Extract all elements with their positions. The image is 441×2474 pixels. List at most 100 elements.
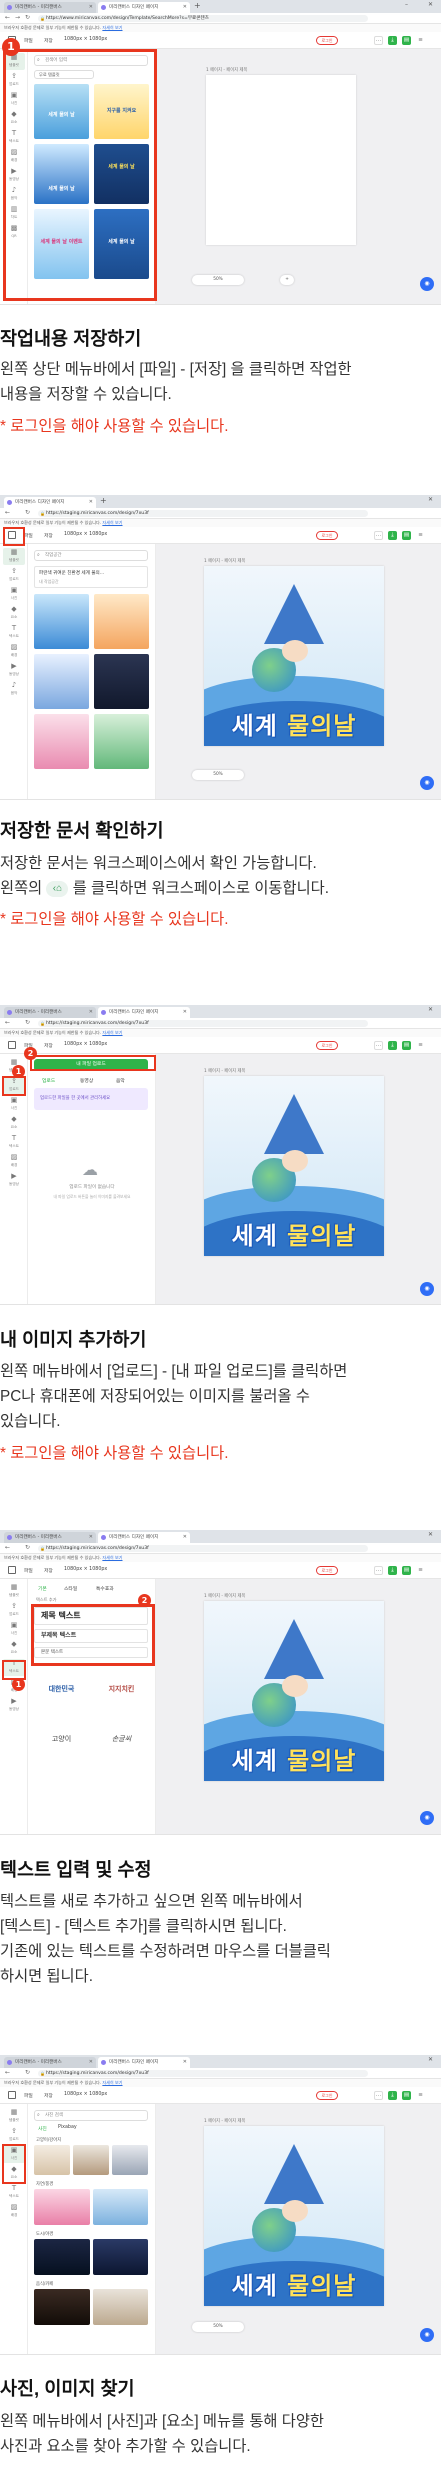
- chat-icon[interactable]: ◉: [420, 2328, 434, 2342]
- zoom-control[interactable]: 50%: [192, 275, 244, 285]
- close-window-icon[interactable]: ✕: [428, 1531, 433, 1538]
- tab-pixabay[interactable]: Pixabay: [58, 2125, 77, 2130]
- canvas-size[interactable]: 1080px × 1080px: [64, 1042, 107, 1047]
- save-menu[interactable]: 저장: [44, 1042, 53, 1049]
- notice-link[interactable]: 자세히 보기: [102, 1555, 122, 1560]
- browser-tab[interactable]: 미리캔버스 - 미리캔버스 ✕: [4, 2057, 96, 2068]
- browser-tab[interactable]: 미리캔버스 디자인 페이지 ✕: [4, 497, 96, 508]
- url-field[interactable]: 🔒 https://staging.miricanvas.com/design/7…: [38, 1020, 368, 1027]
- home-icon[interactable]: [8, 1041, 16, 1049]
- rail-item-video[interactable]: ▶ 동영상: [3, 1697, 25, 1714]
- file-menu[interactable]: 파일: [24, 37, 33, 44]
- url-field[interactable]: 🔒 https://staging.miricanvas.com/design/7…: [38, 2070, 368, 2077]
- close-window-icon[interactable]: ✕: [428, 1006, 433, 1013]
- document-thumbnail[interactable]: [94, 714, 149, 769]
- download-icon[interactable]: ⤓: [388, 2091, 397, 2100]
- document-thumbnail[interactable]: [94, 594, 149, 649]
- photo-thumbnail[interactable]: [93, 2239, 148, 2275]
- tab-close-icon[interactable]: ✕: [89, 2, 93, 13]
- browser-tab[interactable]: 미리캔버스 디자인 페이지 ✕: [98, 1007, 190, 1018]
- login-button[interactable]: 로그인: [316, 2091, 338, 2100]
- print-icon[interactable]: ▤: [402, 2091, 411, 2100]
- photo-thumbnail[interactable]: [93, 2189, 148, 2225]
- share-icon[interactable]: ⋯: [374, 531, 383, 540]
- notice-link[interactable]: 자세히 보기: [102, 25, 122, 30]
- save-menu[interactable]: 저장: [44, 2092, 53, 2099]
- notice-link[interactable]: 자세히 보기: [102, 1030, 122, 1035]
- canvas-size[interactable]: 1080px × 1080px: [64, 37, 107, 42]
- browser-tab[interactable]: 미리캔버스 - 미리캔버스 ✕: [4, 2, 96, 13]
- rail-item-template[interactable]: ▦템플릿: [3, 2108, 25, 2125]
- print-icon[interactable]: ▤: [402, 36, 411, 45]
- workspace-search-input[interactable]: ⌕ 작업공간: [34, 550, 148, 561]
- rail-item-video[interactable]: ▶ 동영상: [3, 662, 25, 679]
- print-icon[interactable]: ▤: [402, 531, 411, 540]
- rail-item-video[interactable]: ▶ 동영상: [3, 1172, 25, 1189]
- tab-close-icon[interactable]: ✕: [89, 497, 93, 508]
- chat-icon[interactable]: ◉: [420, 1282, 434, 1296]
- document-thumbnail[interactable]: [34, 654, 89, 709]
- reload-icon[interactable]: ↻: [25, 2069, 30, 2076]
- tab-close-icon[interactable]: ✕: [183, 2, 187, 13]
- canvas-size[interactable]: 1080px × 1080px: [64, 532, 107, 537]
- reload-icon[interactable]: ↻: [25, 509, 30, 516]
- tab-close-icon[interactable]: ✕: [89, 1007, 93, 1018]
- tab-style[interactable]: 스타일: [64, 1585, 77, 1592]
- tab-basic[interactable]: 기본: [38, 1585, 47, 1592]
- canvas-size[interactable]: 1080px × 1080px: [64, 1567, 107, 1572]
- add-page-button[interactable]: +: [280, 275, 294, 285]
- share-icon[interactable]: ⋯: [374, 1041, 383, 1050]
- rail-item-upload[interactable]: ⇪ 업로드: [3, 1602, 25, 1619]
- photo-thumbnail[interactable]: [34, 2239, 90, 2275]
- download-icon[interactable]: ⤓: [388, 531, 397, 540]
- rail-item-template[interactable]: ▦템플릿: [3, 548, 25, 565]
- rail-item-upload[interactable]: ⇪ 업로드: [3, 2127, 25, 2144]
- url-field[interactable]: 🔒 https://www.miricanvas.com/design/Templ…: [38, 15, 368, 22]
- rail-item-photo[interactable]: ▣ 사진: [3, 1621, 25, 1638]
- tab-close-icon[interactable]: ✕: [89, 2057, 93, 2068]
- tab-close-icon[interactable]: ✕: [183, 2057, 187, 2068]
- login-button[interactable]: 로그인: [316, 1041, 338, 1050]
- rail-item-background[interactable]: ▨배경: [3, 1153, 25, 1170]
- reload-icon[interactable]: ↻: [25, 1544, 30, 1551]
- zoom-control[interactable]: 50%: [192, 770, 244, 780]
- tab-photo[interactable]: 사진: [38, 2125, 47, 2132]
- file-menu[interactable]: 파일: [24, 532, 33, 539]
- photo-thumbnail[interactable]: [73, 2145, 109, 2175]
- back-icon[interactable]: ←: [5, 14, 10, 21]
- new-tab-icon[interactable]: +: [100, 496, 107, 505]
- forward-icon[interactable]: →: [15, 14, 20, 21]
- menu-icon[interactable]: ≡: [416, 36, 425, 45]
- photo-thumbnail[interactable]: [112, 2145, 148, 2175]
- file-menu[interactable]: 파일: [24, 2092, 33, 2099]
- rail-item-text[interactable]: T 텍스트: [3, 2184, 25, 2201]
- rail-item-photo[interactable]: ▣ 사진: [3, 586, 25, 603]
- rail-item-music[interactable]: ♪ 음악: [3, 681, 25, 698]
- back-icon[interactable]: ←: [5, 2069, 10, 2076]
- poster-page[interactable]: 세계 물의날: [204, 2126, 384, 2306]
- photo-thumbnail[interactable]: [34, 2145, 70, 2175]
- tab-close-icon[interactable]: ✕: [89, 1532, 93, 1543]
- photo-thumbnail[interactable]: [34, 2189, 90, 2225]
- rail-item-template[interactable]: ▦템플릿: [3, 1583, 25, 1600]
- document-card[interactable]: 파란색 귀여운 친환경 세계 물의... 내 작업공간: [34, 566, 148, 588]
- back-icon[interactable]: ←: [5, 1019, 10, 1026]
- zoom-control[interactable]: 50%: [192, 2322, 244, 2332]
- photo-search-input[interactable]: ⌕ 사진 검색: [34, 2110, 148, 2121]
- close-window-icon[interactable]: ✕: [428, 496, 433, 503]
- save-menu[interactable]: 저장: [44, 1567, 53, 1574]
- browser-tab[interactable]: 미리캔버스 - 미리캔버스 ✕: [4, 1532, 96, 1543]
- canvas-size[interactable]: 1080px × 1080px: [64, 2092, 107, 2097]
- document-thumbnail[interactable]: [94, 654, 149, 709]
- url-field[interactable]: 🔒 https://staging.miricanvas.com/design/7…: [38, 510, 368, 517]
- photo-thumbnail[interactable]: [34, 2289, 90, 2325]
- reload-icon[interactable]: ↻: [25, 1019, 30, 1026]
- print-icon[interactable]: ▤: [402, 1566, 411, 1575]
- poster-page[interactable]: 세계 물의날: [204, 566, 384, 746]
- rail-item-element[interactable]: ◆ 요소: [3, 1640, 25, 1657]
- rail-item-element[interactable]: ◆ 요소: [3, 605, 25, 622]
- rail-item-text[interactable]: T 텍스트: [3, 624, 25, 641]
- browser-tab[interactable]: 미리캔버스 디자인 페이지 ✕: [98, 2, 190, 13]
- home-icon[interactable]: [8, 1566, 16, 1574]
- save-menu[interactable]: 저장: [44, 37, 53, 44]
